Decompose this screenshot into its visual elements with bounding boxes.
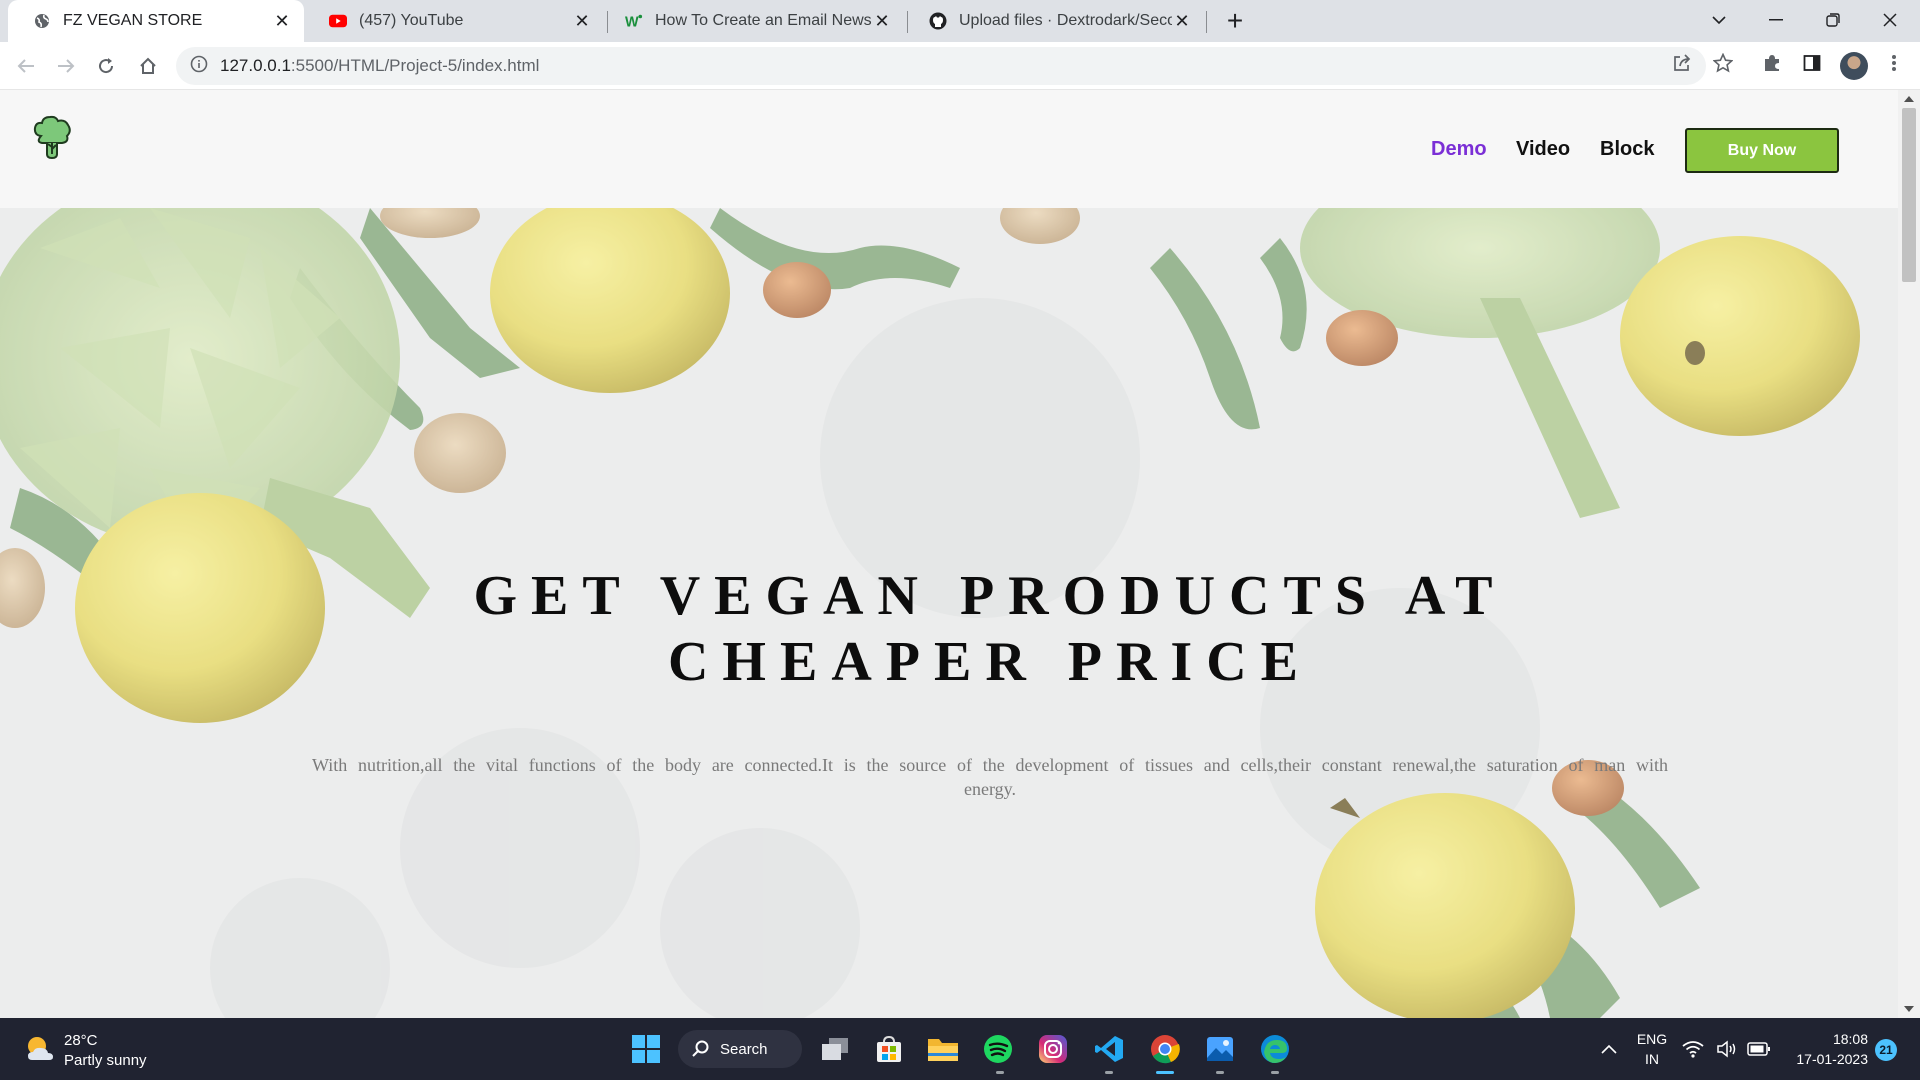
scroll-up-icon[interactable]: [1904, 96, 1914, 102]
broccoli-logo-icon[interactable]: [28, 114, 76, 162]
volume-icon[interactable]: [1714, 1032, 1740, 1066]
microsoft-store-icon[interactable]: [872, 1032, 906, 1066]
menu-kebab-icon[interactable]: [1882, 51, 1906, 75]
active-app-indicator: [1156, 1071, 1174, 1074]
profile-avatar[interactable]: [1840, 52, 1868, 80]
taskbar-search[interactable]: Search: [678, 1030, 802, 1068]
close-window-button[interactable]: [1862, 0, 1918, 40]
extensions-icon[interactable]: [1760, 51, 1784, 75]
browser-tab-strip: FZ VEGAN STORE ✕ (457) YouTube ✕ W How T…: [0, 0, 1920, 42]
page-scrollbar[interactable]: [1898, 90, 1920, 1018]
tab-search-icon[interactable]: [1691, 0, 1747, 40]
svg-text:W: W: [625, 14, 639, 29]
windows-taskbar: 28°C Partly sunny Search ENG IN 18:08 17…: [0, 1018, 1920, 1080]
tab-title: (457) YouTube: [359, 12, 464, 29]
url-text: 127.0.0.1:5500/HTML/Project-5/index.html: [220, 56, 539, 76]
buy-now-button[interactable]: Buy Now: [1685, 128, 1839, 173]
restore-button[interactable]: [1805, 0, 1861, 40]
new-tab-button[interactable]: +: [1220, 5, 1250, 36]
hero-description: With nutrition,all the vital functions o…: [312, 755, 1668, 799]
share-icon[interactable]: [1670, 51, 1694, 75]
scrollbar-thumb[interactable]: [1902, 108, 1916, 282]
reload-button[interactable]: [92, 52, 120, 80]
address-bar[interactable]: 127.0.0.1:5500/HTML/Project-5/index.html: [176, 47, 1706, 85]
tab-youtube[interactable]: (457) YouTube ✕: [304, 0, 604, 42]
scroll-down-icon[interactable]: [1904, 1006, 1914, 1012]
back-button[interactable]: [12, 52, 40, 80]
clock-time[interactable]: 18:08: [1776, 1031, 1868, 1047]
close-tab-icon[interactable]: ✕: [872, 11, 892, 31]
tab-title: FZ VEGAN STORE: [63, 12, 203, 29]
running-indicator: [1271, 1071, 1279, 1074]
chevron-up-icon[interactable]: [1592, 1032, 1626, 1066]
wifi-icon[interactable]: [1680, 1032, 1706, 1066]
tab-title: How To Create an Email Newslett: [655, 12, 872, 29]
running-indicator: [1216, 1071, 1224, 1074]
photos-icon[interactable]: [1203, 1032, 1237, 1066]
hero-title: GET VEGAN PRODUCTS AT CHEAPER PRICE: [473, 565, 1507, 693]
language-primary[interactable]: ENG: [1630, 1031, 1674, 1047]
file-explorer-icon[interactable]: [926, 1032, 960, 1066]
edge-icon[interactable]: [1258, 1032, 1292, 1066]
partly-sunny-icon[interactable]: [24, 1034, 56, 1064]
task-view-icon[interactable]: [818, 1032, 852, 1066]
tab-title: Upload files · Dextrodark/Second: [959, 12, 1172, 29]
site-header: Demo Video Block Buy Now: [0, 90, 1898, 208]
spotify-icon[interactable]: [981, 1032, 1015, 1066]
instagram-icon[interactable]: [1036, 1032, 1070, 1066]
notification-badge[interactable]: 21: [1875, 1039, 1897, 1061]
bookmark-star-icon[interactable]: [1711, 51, 1735, 75]
clock-date[interactable]: 17-01-2023: [1776, 1051, 1868, 1067]
browser-toolbar: 127.0.0.1:5500/HTML/Project-5/index.html: [0, 42, 1920, 90]
tab-email-newsletter[interactable]: W How To Create an Email Newslett ✕: [600, 0, 904, 42]
url-path: :5500/HTML/Project-5/index.html: [290, 56, 540, 75]
home-button[interactable]: [134, 52, 162, 80]
tab-fz-vegan-store[interactable]: FZ VEGAN STORE ✕: [8, 0, 304, 42]
tab-github-upload[interactable]: Upload files · Dextrodark/Second ✕: [904, 0, 1204, 42]
weather-temperature: 28°C: [64, 1032, 98, 1049]
youtube-icon: [329, 12, 347, 30]
url-host: 127.0.0.1: [220, 56, 291, 75]
close-tab-icon[interactable]: ✕: [572, 11, 592, 31]
search-label: Search: [720, 1040, 768, 1058]
language-secondary[interactable]: IN: [1630, 1051, 1674, 1067]
running-indicator: [996, 1071, 1004, 1074]
battery-icon[interactable]: [1745, 1032, 1773, 1066]
close-tab-icon[interactable]: ✕: [272, 11, 292, 31]
windows-start-icon[interactable]: [629, 1032, 663, 1066]
close-tab-icon[interactable]: ✕: [1172, 11, 1192, 31]
nav-video[interactable]: Video: [1516, 138, 1570, 161]
forward-button[interactable]: [52, 52, 80, 80]
nav-demo[interactable]: Demo: [1431, 138, 1487, 161]
globe-icon: [33, 12, 51, 30]
tab-separator: [1206, 11, 1207, 33]
search-icon: [692, 1040, 710, 1062]
hero-section: GET VEGAN PRODUCTS AT CHEAPER PRICE With…: [0, 208, 1898, 1018]
side-panel-icon[interactable]: [1800, 51, 1824, 75]
running-indicator: [1105, 1071, 1113, 1074]
weather-description: Partly sunny: [64, 1052, 147, 1069]
page-viewport: Demo Video Block Buy Now GET VEGAN PRODU…: [0, 90, 1898, 1018]
nav-block[interactable]: Block: [1600, 138, 1654, 161]
site-info-icon[interactable]: [190, 55, 208, 78]
minimize-button[interactable]: [1748, 0, 1804, 40]
github-icon: [929, 12, 947, 30]
vscode-icon[interactable]: [1092, 1032, 1126, 1066]
chrome-icon[interactable]: [1148, 1032, 1182, 1066]
w-icon: W: [625, 12, 643, 30]
